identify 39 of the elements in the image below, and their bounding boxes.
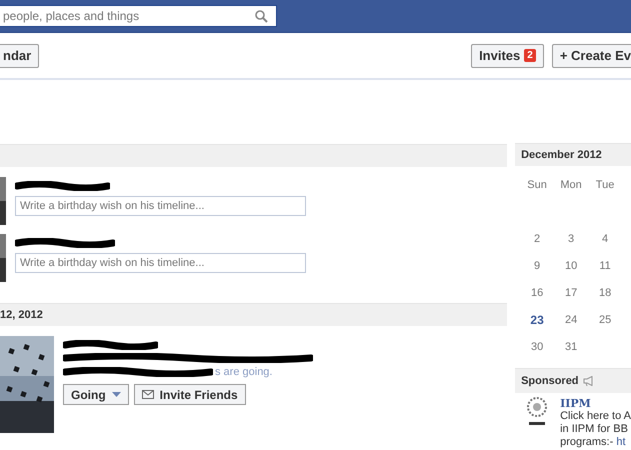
calendar-day[interactable]: 25 bbox=[588, 306, 622, 333]
calendar-day[interactable]: 16 bbox=[520, 279, 554, 306]
calendar-day[interactable]: 23 bbox=[520, 306, 554, 333]
invites-button[interactable]: Invites 2 bbox=[471, 44, 544, 68]
megaphone-icon bbox=[582, 376, 594, 386]
calendar-title: December 2012 bbox=[515, 143, 631, 166]
calendar-day[interactable]: 10 bbox=[554, 252, 588, 279]
calendar-day[interactable]: 17 bbox=[554, 279, 588, 306]
weekday-label: Mon bbox=[559, 178, 583, 192]
search-icon[interactable] bbox=[254, 9, 268, 23]
envelope-icon bbox=[142, 390, 154, 399]
calendar-day[interactable]: 31 bbox=[554, 333, 588, 360]
date-heading: 12, 2012 bbox=[0, 303, 508, 326]
search-field[interactable]: people, places and things bbox=[0, 5, 277, 27]
ad-text: Click here to A bbox=[560, 410, 631, 423]
create-event-button[interactable]: + Create Ev bbox=[552, 44, 631, 68]
going-button[interactable]: Going bbox=[63, 384, 129, 405]
calendar-day[interactable]: 2 bbox=[520, 225, 554, 252]
ad-text: in IIPM for BB bbox=[560, 423, 629, 436]
sponsored-heading: Sponsored bbox=[515, 368, 631, 393]
weekday-label: Tue bbox=[594, 178, 616, 192]
invite-friends-button[interactable]: Invite Friends bbox=[134, 384, 246, 405]
weekday-label: Sun bbox=[526, 178, 548, 192]
calendar-day[interactable]: 24 bbox=[554, 306, 588, 333]
advertiser-link[interactable]: IIPM bbox=[560, 397, 631, 410]
caret-icon bbox=[112, 392, 121, 397]
going-count-text: s are going. bbox=[215, 366, 272, 378]
calendar-day[interactable]: 18 bbox=[588, 279, 622, 306]
calendar-day[interactable]: 4 bbox=[588, 225, 622, 252]
birthday-wish-field[interactable]: Write a birthday wish on his timeline... bbox=[15, 253, 306, 273]
calendar-day[interactable]: 3 bbox=[554, 225, 588, 252]
invites-count-badge: 2 bbox=[524, 49, 536, 62]
calendar-button[interactable]: ndar bbox=[0, 44, 40, 68]
calendar-day[interactable]: 30 bbox=[520, 333, 554, 360]
ad-link[interactable]: ht bbox=[616, 436, 626, 448]
birthday-wish-field[interactable]: Write a birthday wish on his timeline... bbox=[15, 196, 306, 216]
calendar-day[interactable]: 9 bbox=[520, 252, 554, 279]
ad-text: programs:- ht bbox=[560, 436, 627, 449]
calendar-day[interactable]: 11 bbox=[588, 252, 622, 279]
